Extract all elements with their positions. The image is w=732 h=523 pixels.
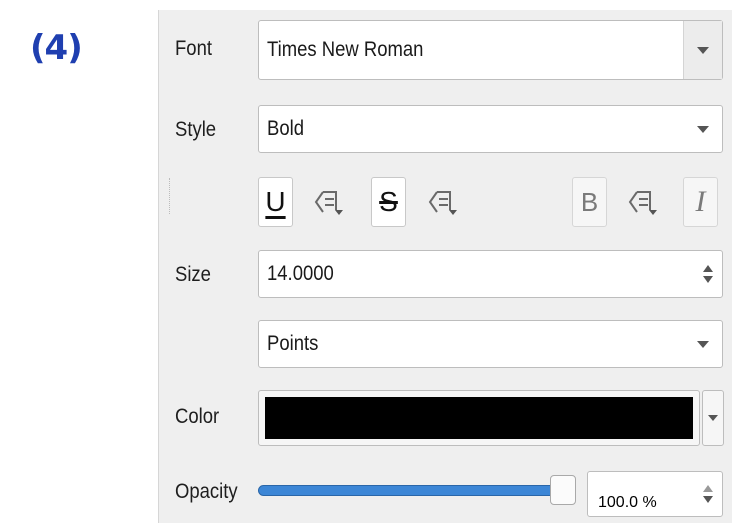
style-value: Bold <box>267 117 304 140</box>
strikeout-override-button[interactable] <box>425 177 460 227</box>
opacity-stepper[interactable] <box>694 472 722 516</box>
chevron-down-icon <box>697 46 709 54</box>
unit-dropdown-button[interactable] <box>684 321 722 367</box>
font-value: Times New Roman <box>267 38 424 61</box>
font-dropdown-button[interactable] <box>683 21 722 79</box>
decrement-arrow-icon[interactable] <box>703 496 713 503</box>
opacity-slider-handle[interactable] <box>550 475 576 505</box>
chevron-down-icon <box>708 415 718 421</box>
font-label: Font <box>175 37 212 60</box>
text-settings-panel: Font Times New Roman Style Bold U S B I … <box>158 10 732 523</box>
opacity-slider-track[interactable] <box>258 485 563 496</box>
bold-button[interactable]: B <box>572 177 607 227</box>
opacity-spinbox[interactable]: 100.0 % <box>587 471 723 517</box>
strikeout-icon: S <box>379 186 398 217</box>
italic-button[interactable]: I <box>683 177 718 227</box>
size-label: Size <box>175 263 211 286</box>
increment-arrow-icon[interactable] <box>703 265 713 272</box>
opacity-value: 100.0 % <box>598 494 657 511</box>
panel-grip[interactable] <box>169 178 172 214</box>
size-unit-combo[interactable]: Points <box>258 320 723 368</box>
decrement-arrow-icon[interactable] <box>703 276 713 283</box>
increment-arrow-icon[interactable] <box>703 485 713 492</box>
size-spinbox[interactable]: 14.0000 <box>258 250 723 298</box>
font-combo[interactable]: Times New Roman <box>258 20 723 80</box>
data-defined-override-icon <box>628 191 657 215</box>
bold-override-button[interactable] <box>625 177 660 227</box>
style-dropdown-button[interactable] <box>684 106 722 152</box>
style-label: Style <box>175 118 217 141</box>
strikeout-button[interactable]: S <box>371 177 406 227</box>
size-stepper[interactable] <box>694 251 722 297</box>
color-dropdown-button[interactable] <box>702 390 724 446</box>
color-label: Color <box>175 405 220 428</box>
italic-icon: I <box>695 185 706 218</box>
opacity-label: Opacity <box>175 480 238 503</box>
bold-icon: B <box>580 186 599 217</box>
color-swatch <box>265 397 693 439</box>
step-number-label: (4) <box>30 28 83 68</box>
chevron-down-icon <box>697 125 709 133</box>
style-combo[interactable]: Bold <box>258 105 723 153</box>
data-defined-override-icon <box>314 191 343 215</box>
data-defined-override-icon <box>428 191 457 215</box>
color-button[interactable] <box>258 390 700 446</box>
underline-override-button[interactable] <box>311 177 346 227</box>
underline-icon: U <box>265 186 286 217</box>
size-unit-value: Points <box>267 332 319 355</box>
chevron-down-icon <box>697 340 709 348</box>
size-value: 14.0000 <box>267 262 334 285</box>
underline-button[interactable]: U <box>258 177 293 227</box>
